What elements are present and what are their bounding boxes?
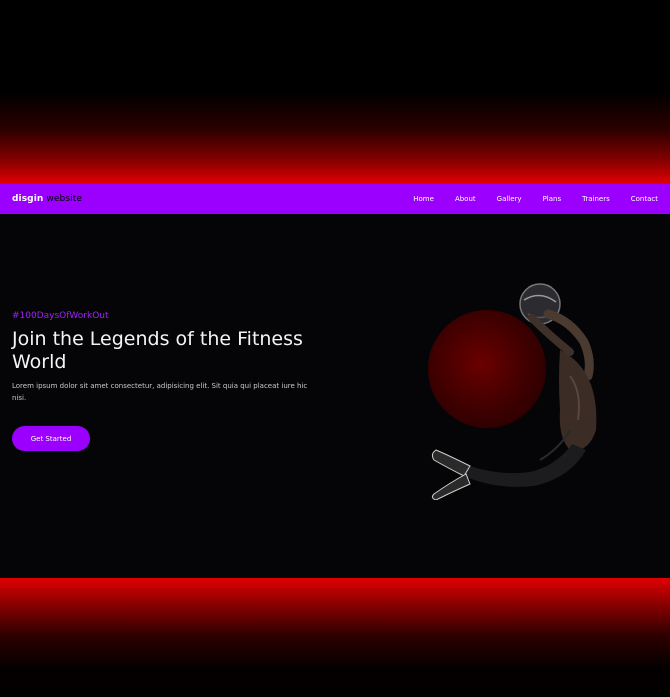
- brand-logo[interactable]: disgin website: [12, 194, 82, 204]
- navbar: disgin website Home About Gallery Plans T…: [0, 184, 670, 215]
- nav-item-contact[interactable]: Contact: [631, 195, 658, 203]
- nav-item-home[interactable]: Home: [413, 195, 434, 215]
- hero-hashtag: #100DaysOfWorkOut: [12, 311, 109, 321]
- bottom-red-glow: [0, 578, 670, 697]
- nav-item-about[interactable]: About: [455, 195, 476, 203]
- brand-accent: website: [46, 194, 82, 204]
- athlete-image: [431, 283, 597, 500]
- brand-name: disgin: [12, 194, 44, 204]
- top-red-glow: [0, 0, 670, 184]
- main-nav: Home About Gallery Plans Trainers Contac…: [392, 195, 658, 215]
- nav-item-trainers[interactable]: Trainers: [582, 195, 610, 203]
- hero-description: Lorem ipsum dolor sit amet consectetur, …: [12, 382, 308, 402]
- get-started-button[interactable]: Get Started: [12, 426, 90, 451]
- nav-item-plans[interactable]: Plans: [543, 195, 562, 203]
- nav-item-gallery[interactable]: Gallery: [497, 195, 522, 203]
- hero-title: Join the Legends of the Fitness World: [12, 328, 303, 373]
- hero-section: #100DaysOfWorkOut Join the Legends of th…: [0, 214, 670, 578]
